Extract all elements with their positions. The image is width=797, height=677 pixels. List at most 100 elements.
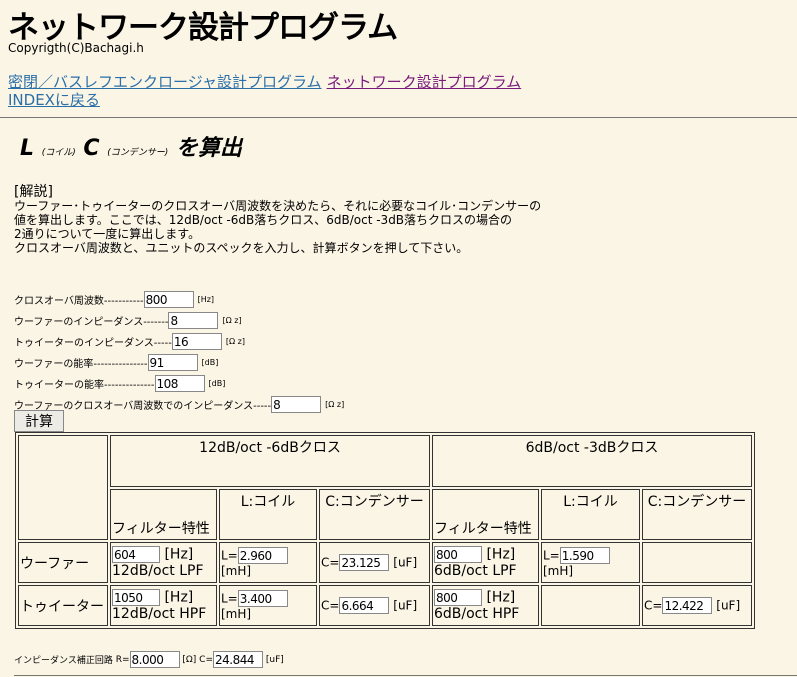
- description-line: 値を算出します。ここでは、12dB/oct -6dB落ちクロス、6dB/oct …: [14, 213, 513, 227]
- woofer-12db-frequency[interactable]: [112, 546, 160, 563]
- woofer-crossover-impedance-input[interactable]: [271, 396, 322, 413]
- divider: [14, 675, 797, 676]
- l-note: (コイル): [41, 148, 76, 158]
- prefix: C=: [321, 598, 340, 613]
- coil-cell: L= [mH]: [541, 542, 640, 583]
- unit: [uF]: [265, 654, 284, 665]
- unit: [dB]: [208, 379, 226, 388]
- unit: [Ω z]: [325, 400, 345, 409]
- tweeter-6db-capacitor[interactable]: [662, 597, 713, 614]
- tweeter-efficiency-input[interactable]: [154, 375, 205, 392]
- description-line: クロスオーバ周波数と、ユニットのスペックを入力し、計算ボタンを押して下さい。: [14, 241, 469, 255]
- prefix: R=: [115, 654, 130, 665]
- unit: [Hz]: [197, 295, 215, 304]
- impedance-correction: インピーダンス補正回路 R= [Ω] C= [uF]: [14, 651, 284, 668]
- woofer-efficiency-input[interactable]: [147, 354, 198, 371]
- woofer-6db-coil[interactable]: [559, 547, 610, 564]
- coil-cell: L= [mH]: [219, 585, 317, 626]
- unit: [uF]: [716, 598, 741, 613]
- correction-label: インピーダンス補正回路: [14, 656, 113, 666]
- nav-links: 密閉／バスレフエンクロージャ設計プログラム ネットワーク設計プログラム INDE…: [8, 73, 521, 109]
- field-label: ウーファーのインピーダンス-------: [14, 317, 169, 328]
- crossover-frequency-input[interactable]: [143, 291, 194, 308]
- unit: [dB]: [201, 358, 219, 367]
- woofer-12db-capacitor[interactable]: [339, 554, 390, 571]
- field-label: トゥイーターのインピーダンス-----: [14, 338, 172, 349]
- unit: [Ω z]: [225, 337, 245, 346]
- col-filter: フィルター特性: [432, 489, 539, 540]
- empty-cell: [541, 585, 640, 626]
- table-row-tweeter: トゥイーター [Hz]12dB/oct HPF L= [mH] C= [uF] …: [18, 585, 752, 626]
- description-heading: [解説]: [14, 184, 53, 200]
- l-label: L: [20, 136, 35, 161]
- correction-capacitance[interactable]: [212, 651, 263, 668]
- empty-cell: [642, 542, 752, 583]
- tweeter-6db-frequency[interactable]: [434, 589, 482, 606]
- c-note: (コンデンサー): [107, 148, 169, 158]
- divider: [0, 117, 797, 118]
- col-coil: L:コイル: [541, 489, 640, 540]
- table-row-woofer: ウーファー [Hz]12dB/oct LPF L= [mH] C= [uF] […: [18, 542, 752, 583]
- section-title: L (コイル) C (コンデンサー) を算出: [20, 130, 242, 162]
- woofer-impedance-input[interactable]: [168, 312, 219, 329]
- tweeter-impedance-input[interactable]: [171, 333, 222, 350]
- prefix: L=: [221, 591, 238, 606]
- group-12db-header: 12dB/oct -6dBクロス: [110, 435, 430, 487]
- filter-cell: [Hz]12dB/oct HPF: [110, 585, 217, 626]
- filter-type: 6dB/oct LPF: [434, 563, 517, 579]
- c-label: C: [83, 136, 100, 161]
- field-label: クロスオーバ周波数-----------: [14, 296, 144, 307]
- results-table: 12dB/oct -6dBクロス 6dB/oct -3dBクロス フィルター特性…: [15, 432, 755, 629]
- tweeter-12db-frequency[interactable]: [112, 589, 160, 606]
- cap-cell: C= [uF]: [319, 542, 430, 583]
- link-enclosure[interactable]: 密閉／バスレフエンクロージャ設計プログラム: [8, 73, 322, 91]
- title-rest: を算出: [175, 136, 242, 161]
- link-network[interactable]: ネットワーク設計プログラム: [327, 73, 522, 91]
- col-coil: L:コイル: [219, 489, 317, 540]
- input-form: クロスオーバ周波数----------- [Hz] ウーファーのインピーダンス--…: [14, 289, 344, 415]
- unit: [uF]: [393, 555, 418, 570]
- unit: [Hz]: [164, 546, 194, 563]
- col-capacitor: C:コンデンサー: [642, 489, 752, 540]
- unit: [Hz]: [486, 546, 516, 563]
- tweeter-12db-coil[interactable]: [237, 590, 288, 607]
- col-filter: フィルター特性: [110, 489, 217, 540]
- cap-cell: C= [uF]: [642, 585, 752, 626]
- unit: [Hz]: [486, 589, 516, 606]
- description-line: 2通りについて一度に算出します。: [14, 227, 201, 241]
- description-line: ウーファー･トゥイーターのクロスオーバ周波数を決めたら、それに必要なコイル･コン…: [14, 199, 542, 213]
- correction-resistance[interactable]: [129, 651, 180, 668]
- filter-cell: [Hz]6dB/oct HPF: [432, 585, 539, 626]
- filter-cell: [Hz]12dB/oct LPF: [110, 542, 217, 583]
- description: [解説] ウーファー･トゥイーターのクロスオーバ周波数を決めたら、それに必要なコ…: [14, 185, 541, 255]
- group-6db-header: 6dB/oct -3dBクロス: [432, 435, 752, 487]
- unit: [uF]: [393, 598, 418, 613]
- unit: [Ω z]: [222, 316, 242, 325]
- unit: [Ω]: [182, 654, 197, 665]
- coil-cell: L= [mH]: [219, 542, 317, 583]
- cap-cell: C= [uF]: [319, 585, 430, 626]
- unit: [Hz]: [164, 589, 194, 606]
- col-capacitor: C:コンデンサー: [319, 489, 430, 540]
- field-label: ウーファーの能率---------------: [14, 359, 148, 370]
- row-label: ウーファー: [18, 542, 108, 583]
- filter-type: 12dB/oct HPF: [112, 606, 207, 622]
- filter-type: 6dB/oct HPF: [434, 606, 520, 622]
- prefix: C=: [644, 598, 663, 613]
- field-label: トゥイーターの能率--------------: [14, 380, 155, 391]
- prefix: C=: [199, 654, 213, 665]
- filter-cell: [Hz]6dB/oct LPF: [432, 542, 539, 583]
- prefix: L=: [221, 548, 238, 563]
- filter-type: 12dB/oct LPF: [112, 563, 204, 579]
- copyright: Copyrigth(C)Bachagi.h: [8, 41, 144, 55]
- woofer-12db-coil[interactable]: [237, 547, 288, 564]
- row-label: トゥイーター: [18, 585, 108, 626]
- prefix: L=: [543, 548, 560, 563]
- calculate-button[interactable]: 計算: [14, 410, 64, 432]
- tweeter-12db-capacitor[interactable]: [339, 597, 390, 614]
- woofer-6db-frequency[interactable]: [434, 546, 482, 563]
- corner-cell: [18, 435, 108, 540]
- link-index[interactable]: INDEXに戻る: [8, 91, 100, 109]
- unit: [mH]: [221, 607, 252, 621]
- unit: [mH]: [543, 564, 574, 578]
